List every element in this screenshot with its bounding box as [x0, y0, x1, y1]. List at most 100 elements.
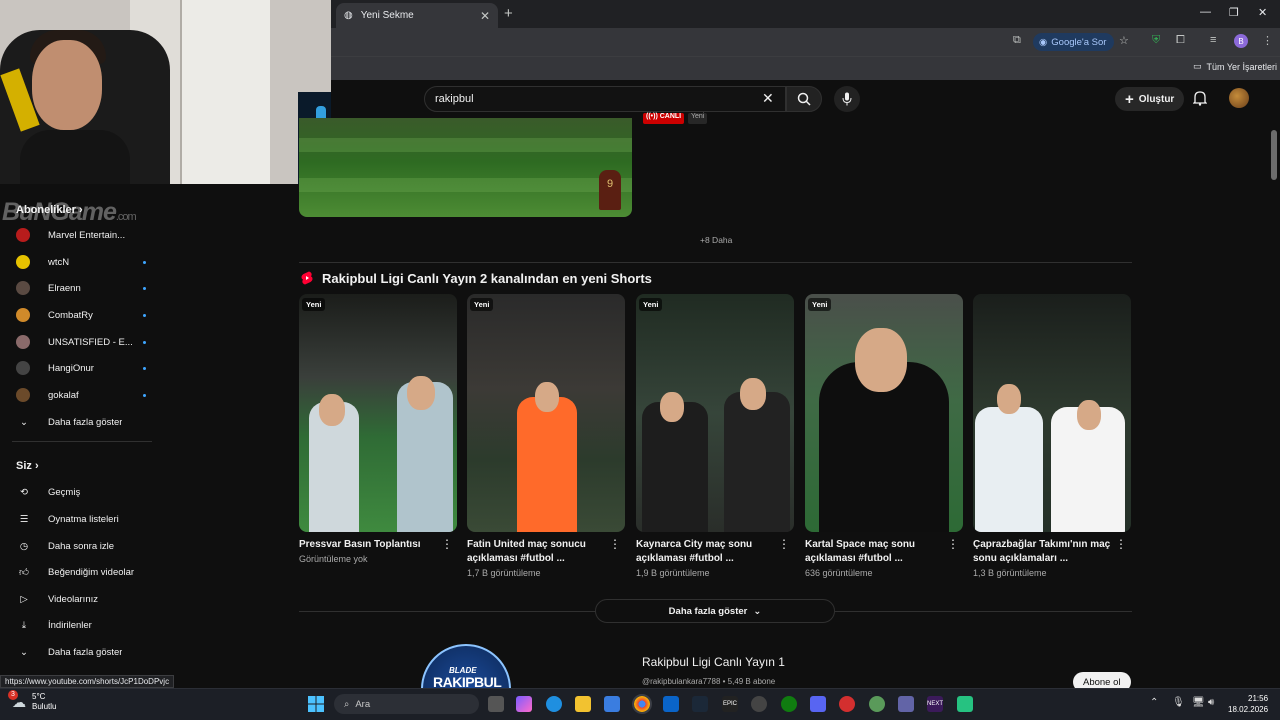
valorant-icon[interactable] — [839, 696, 855, 712]
sidebar-item-liked[interactable]: 👍︎ Beğendiğim videolar — [16, 559, 146, 585]
short-card[interactable]: Yeni Kaynarca City maç sonu açıklaması #… — [636, 294, 794, 578]
channel-avatar[interactable]: BLADE RAKIPBUL — [421, 644, 511, 688]
short-card[interactable]: Yeni Kartal Space maç sonu açıklaması #f… — [805, 294, 963, 578]
clear-search-icon[interactable]: ✕ — [762, 90, 774, 107]
copilot-icon[interactable] — [516, 696, 532, 712]
sidebar-sub-item[interactable]: UNSATISFIED - E... — [16, 329, 146, 355]
search-button[interactable] — [786, 86, 822, 112]
channel-name[interactable]: Rakipbul Ligi Canlı Yayın 1 — [642, 655, 785, 669]
short-title[interactable]: Fatin United maç sonucu açıklaması #futb… — [467, 538, 625, 566]
short-title[interactable]: Pressvar Basın Toplantısı — [299, 538, 457, 552]
scrollbar[interactable] — [1271, 130, 1277, 180]
sidebar-sub-item[interactable]: wtcN — [16, 249, 146, 275]
sidebar-show-more-subs[interactable]: ⌄ Daha fazla göster — [16, 409, 146, 435]
outlook-icon[interactable] — [663, 696, 679, 712]
shorts-logo-icon — [301, 271, 313, 290]
app-icon[interactable] — [957, 696, 973, 712]
sidebar-sub-item[interactable]: HangiOnur — [16, 355, 146, 381]
channel-avatar — [16, 335, 30, 349]
playlist-icon: ☰ — [19, 513, 29, 525]
webcam-overlay — [0, 0, 331, 184]
windows-start-icon[interactable] — [308, 696, 324, 717]
new-tab-button[interactable]: + — [504, 5, 513, 22]
taskbar-search-input[interactable]: ⌕ Ara — [334, 694, 479, 714]
sidebar-sub-item[interactable]: CombatRy — [16, 302, 146, 328]
short-thumbnail[interactable]: Yeni — [805, 294, 963, 532]
short-thumbnail[interactable]: Yeni — [299, 294, 457, 532]
history-icon: ⟲ — [20, 486, 28, 498]
short-views: 1,3 B görüntüleme — [973, 568, 1047, 578]
sidebar-item-your-videos[interactable]: ▷ Videolarınız — [16, 586, 146, 612]
sidebar-item-playlists[interactable]: ☰ Oynatma listeleri — [16, 506, 146, 532]
install-app-icon[interactable]: ⧉ — [1013, 34, 1021, 47]
short-card[interactable]: Çaprazbağlar Takımı'nın maç sonu açıklam… — [973, 294, 1131, 578]
close-window-icon[interactable]: ✕ — [1258, 6, 1267, 19]
sidebar-item-watch-later[interactable]: ◷ Daha sonra izle — [16, 533, 146, 559]
new-content-dot — [143, 393, 146, 397]
short-thumbnail[interactable]: Yeni — [636, 294, 794, 532]
short-title[interactable]: Kartal Space maç sonu açıklaması #futbol… — [805, 538, 963, 566]
task-view-icon[interactable] — [488, 696, 504, 712]
more-options-icon[interactable]: ⋮ — [609, 538, 621, 550]
extension-shield-icon[interactable]: ⛨ — [1152, 34, 1160, 47]
speedometer-icon[interactable] — [751, 696, 767, 712]
notifications-button[interactable] — [1192, 90, 1208, 111]
sidebar-sub-item[interactable]: gokalaf — [16, 382, 146, 408]
sidebar-show-more-you[interactable]: ⌄ Daha fazla göster — [16, 639, 146, 665]
store-icon[interactable] — [604, 696, 620, 712]
sidebar-item-downloads[interactable]: ⤓ İndirilenler — [16, 612, 146, 638]
more-options-icon[interactable]: ⋮ — [947, 538, 959, 550]
voice-search-button[interactable] — [834, 86, 860, 112]
volume-icon[interactable]: 🔊︎ — [1208, 697, 1214, 708]
network-icon[interactable]: 🖥︎ — [1192, 697, 1205, 708]
file-explorer-icon[interactable] — [575, 696, 591, 712]
google-ask-button[interactable]: ◉ Google'a Sor — [1033, 33, 1115, 51]
microphone-icon[interactable]: 🎙︎ — [1172, 697, 1185, 708]
edge-icon[interactable] — [546, 696, 562, 712]
video-thumbnail[interactable]: 9 — [299, 118, 632, 217]
short-thumbnail[interactable]: Yeni — [467, 294, 625, 532]
next-app-icon[interactable]: NEXT — [927, 696, 943, 712]
more-options-icon[interactable]: ⋮ — [441, 538, 453, 550]
sidebar-sub-item[interactable]: Elraenn — [16, 275, 146, 301]
restore-icon[interactable]: ❐ — [1229, 6, 1239, 19]
clock[interactable]: 21:56 18.02.2026 — [1228, 693, 1268, 715]
channel-meta: @rakipbulankara7788 • 5,49 B abone — [642, 677, 776, 686]
bookmark-star-icon[interactable]: ☆ — [1119, 34, 1129, 47]
short-card[interactable]: Yeni Fatin United maç sonucu açıklaması … — [467, 294, 625, 578]
sidebar-item-history[interactable]: ⟲ Geçmiş — [16, 479, 146, 505]
discord-icon[interactable] — [810, 696, 826, 712]
plus-icon: + — [1125, 90, 1134, 108]
short-title[interactable]: Kaynarca City maç sonu açıklaması #futbo… — [636, 538, 794, 566]
search-input[interactable]: rakipbul — [424, 86, 786, 112]
user-avatar[interactable] — [1229, 88, 1249, 108]
profile-avatar[interactable]: B — [1234, 34, 1248, 48]
chrome-menu-icon[interactable]: ⋮ — [1262, 34, 1273, 47]
tab-new-tab[interactable]: ◍ Yeni Sekme ✕ — [336, 3, 498, 28]
chevron-up-icon[interactable]: ⌃ — [1150, 697, 1158, 708]
extensions-icon[interactable]: ⧠ — [1176, 34, 1185, 47]
reading-list-icon[interactable]: ≡ — [1210, 34, 1216, 46]
create-button[interactable]: + Oluştur — [1115, 87, 1185, 111]
steam-icon[interactable] — [692, 696, 708, 712]
short-title[interactable]: Çaprazbağlar Takımı'nın maç sonu açıklam… — [973, 538, 1131, 566]
short-views: 1,7 B görüntüleme — [467, 568, 541, 578]
xbox-icon[interactable] — [781, 696, 797, 712]
close-tab-icon[interactable]: ✕ — [480, 9, 490, 23]
more-videos-count[interactable]: +8 Daha — [700, 235, 732, 245]
weather-widget[interactable]: ☁ 3 5°C Bulutlu — [8, 689, 56, 712]
you-header[interactable]: Siz › — [16, 460, 39, 472]
tab-title: Yeni Sekme — [360, 10, 414, 21]
new-content-dot — [143, 340, 146, 344]
short-card[interactable]: Yeni Pressvar Basın Toplantısı Görüntüle… — [299, 294, 457, 564]
more-options-icon[interactable]: ⋮ — [778, 538, 790, 550]
chrome-icon[interactable] — [632, 694, 652, 714]
teams-icon[interactable] — [898, 696, 914, 712]
minimize-icon[interactable]: — — [1200, 6, 1211, 18]
all-bookmarks-button[interactable]: ▭ Tüm Yer İşaretleri — [1193, 61, 1277, 72]
app-icon[interactable] — [869, 696, 885, 712]
more-options-icon[interactable]: ⋮ — [1115, 538, 1127, 550]
epic-games-icon[interactable]: EPIC — [722, 696, 738, 712]
short-thumbnail[interactable] — [973, 294, 1131, 532]
shorts-show-more-button[interactable]: Daha fazla göster ⌄ — [595, 599, 835, 623]
